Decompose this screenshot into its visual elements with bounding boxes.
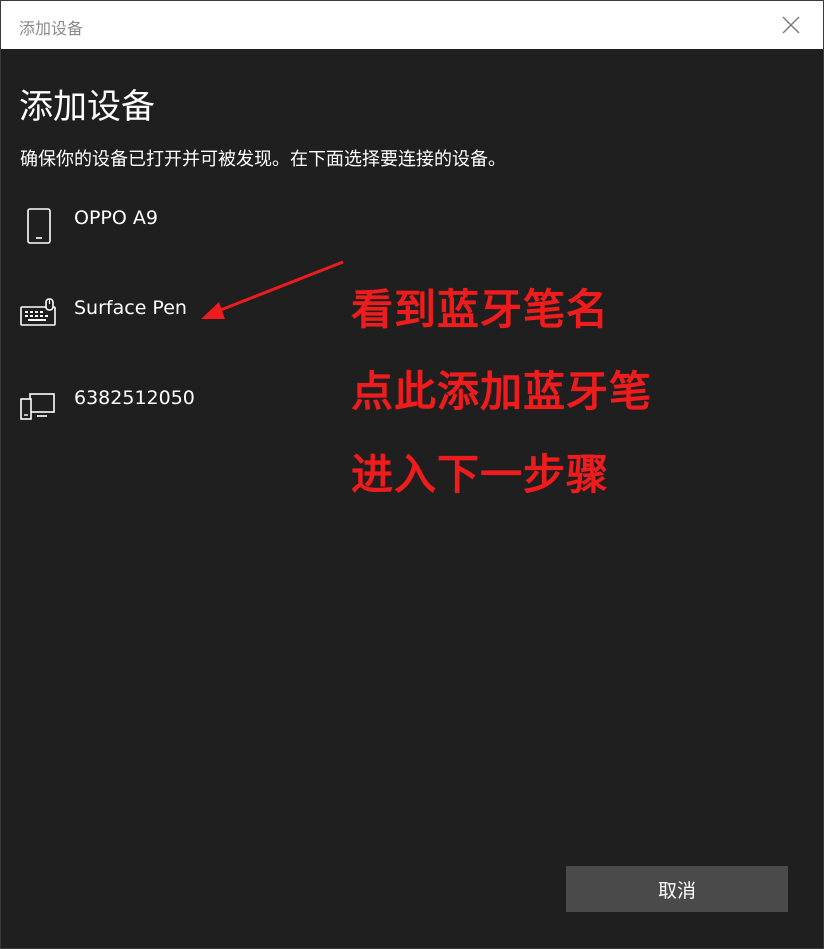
device-name: 6382512050 [74, 387, 195, 409]
keyboard-pen-icon [20, 298, 56, 326]
page-title: 添加设备 [19, 87, 155, 127]
cancel-button[interactable]: 取消 [566, 866, 788, 912]
annotation-line-3: 进入下一步骤 [351, 450, 610, 499]
annotation-line-2: 点此添加蓝牙笔 [351, 367, 653, 416]
title-bar: 添加设备 [1, 1, 823, 49]
phone-icon [27, 208, 51, 244]
annotation-arrow-icon [201, 260, 344, 319]
display-device-icon [20, 393, 55, 420]
close-button[interactable] [759, 1, 823, 49]
add-device-dialog: 添加设备 添加设备 确保你的设备已打开并可被发现。在下面选择要连接的设备。 OP… [0, 0, 824, 949]
annotation-line-1: 看到蓝牙笔名 [351, 285, 610, 334]
window-title: 添加设备 [19, 19, 84, 38]
close-icon [782, 16, 800, 34]
device-name: Surface Pen [74, 297, 187, 319]
device-name: OPPO A9 [74, 207, 158, 229]
page-subtitle: 确保你的设备已打开并可被发现。在下面选择要连接的设备。 [20, 149, 506, 170]
